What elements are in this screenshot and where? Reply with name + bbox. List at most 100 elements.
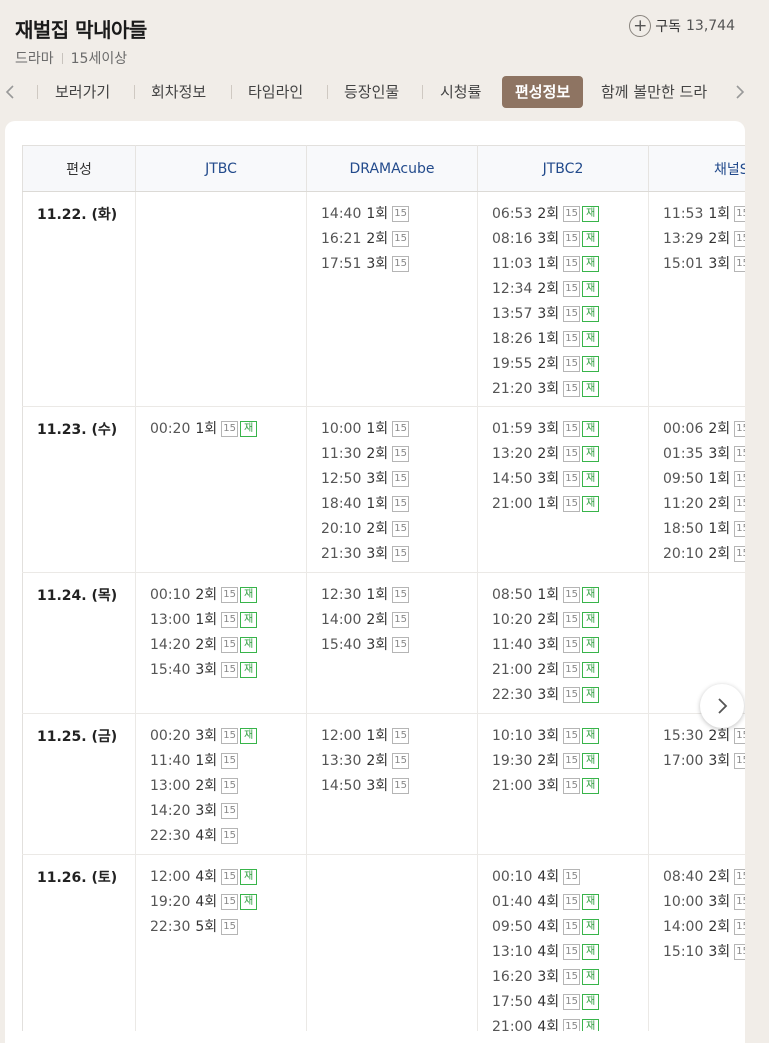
rerun-badge: 재 — [582, 637, 600, 653]
broadcast-item: 13:10 4회 15 재 — [492, 942, 648, 967]
tab-recommended[interactable]: 함께 볼만한 드라 — [601, 80, 722, 104]
date-cell: 11.22. (화) — [22, 191, 136, 407]
broadcast-time: 20:10 — [663, 546, 704, 562]
episode-number: 3회 — [366, 256, 389, 272]
broadcast-item: 21:30 3회 15 — [321, 544, 477, 569]
episode-number: 3회 — [366, 778, 389, 794]
schedule-cell — [306, 854, 478, 1031]
broadcast-item: 13:30 2회 15 — [321, 751, 477, 776]
broadcast-item: 13:00 1회 15 재 — [150, 610, 306, 635]
episode-number: 2회 — [708, 869, 731, 885]
rerun-badge: 재 — [582, 281, 600, 297]
age-rating-badge: 15 — [563, 994, 581, 1010]
tab-episodes[interactable]: 회차정보 — [151, 80, 206, 104]
age-rating-badge: 15 — [734, 421, 745, 437]
broadcast-time: 16:20 — [492, 969, 533, 985]
column-header-channel: JTBC2 — [477, 145, 649, 192]
broadcast-time: 01:59 — [492, 421, 533, 437]
tab-characters[interactable]: 등장인물 — [344, 80, 399, 104]
age-rating-badge: 15 — [221, 869, 239, 885]
age-rating-badge: 15 — [221, 753, 239, 769]
episode-number: 2회 — [366, 231, 389, 247]
episode-number: 1회 — [195, 612, 218, 628]
episode-number: 3회 — [366, 546, 389, 562]
broadcast-time: 11:40 — [150, 753, 191, 769]
age-rating-badge: 15 — [734, 894, 745, 910]
rerun-badge: 재 — [582, 587, 600, 603]
tab-divider — [422, 85, 423, 99]
episode-number: 1회 — [366, 496, 389, 512]
episode-number: 5회 — [195, 919, 218, 935]
meta-divider — [61, 52, 63, 64]
age-rating-badge: 15 — [734, 231, 745, 247]
broadcast-time: 15:01 — [663, 256, 704, 272]
episode-number: 2회 — [537, 206, 560, 222]
chevron-left-icon[interactable] — [0, 80, 20, 104]
episode-number: 2회 — [537, 356, 560, 372]
age-rating-badge: 15 — [563, 894, 581, 910]
broadcast-item: 08:16 3회 15 재 — [492, 229, 648, 254]
schedule-cell — [135, 191, 307, 407]
episode-number: 4회 — [195, 828, 218, 844]
broadcast-time: 00:20 — [150, 421, 191, 437]
broadcast-time: 10:20 — [492, 612, 533, 628]
broadcast-item: 09:501회15재 — [663, 469, 745, 494]
broadcast-item: 18:40 1회 15 — [321, 494, 477, 519]
table-row: 11.25. (금) 00:20 3회 15 재 11:40 1회 15 13:00 2회 15 14… — [22, 713, 745, 855]
age-rating-badge: 15 — [734, 521, 745, 537]
broadcast-time: 12:00 — [321, 728, 362, 744]
age-rating-badge: 15 — [392, 587, 410, 603]
broadcast-time: 18:40 — [321, 496, 362, 512]
episode-number: 3회 — [537, 969, 560, 985]
age-rating-badge: 15 — [563, 753, 581, 769]
broadcast-time: 10:10 — [492, 728, 533, 744]
rerun-badge: 재 — [240, 728, 258, 744]
broadcast-time: 21:30 — [321, 546, 362, 562]
broadcast-time: 14:00 — [321, 612, 362, 628]
broadcast-item: 09:50 4회 15 재 — [492, 917, 648, 942]
schedule-cell: 00:10 2회 15 재 13:00 1회 15 재 14:20 2회 15 재 15:40 3회 15 재 — [135, 572, 307, 714]
rerun-badge: 재 — [582, 919, 600, 935]
column-header-schedule: 편성 — [22, 145, 136, 192]
broadcast-item: 17:51 3회 15 — [321, 254, 477, 279]
episode-number: 2회 — [708, 919, 731, 935]
broadcast-item: 13:57 3회 15 재 — [492, 304, 648, 329]
broadcast-item: 14:002회15재 — [663, 917, 745, 942]
broadcast-time: 06:53 — [492, 206, 533, 222]
broadcast-item: 12:34 2회 15 재 — [492, 279, 648, 304]
tab-watch[interactable]: 보러가기 — [55, 80, 110, 104]
episode-number: 1회 — [366, 728, 389, 744]
broadcast-time: 19:55 — [492, 356, 533, 372]
scroll-right-button[interactable] — [700, 684, 744, 728]
episode-number: 3회 — [366, 637, 389, 653]
broadcast-time: 21:20 — [492, 381, 533, 397]
broadcast-item: 12:30 1회 15 — [321, 585, 477, 610]
broadcast-item: 13:292회15재 — [663, 229, 745, 254]
age-rating-badge: 15 — [734, 728, 745, 744]
broadcast-time: 21:00 — [492, 1019, 533, 1031]
age-rating-badge: 15 — [563, 496, 581, 512]
subscribe-button[interactable]: + 구독 13,744 — [629, 15, 735, 37]
tab-schedule[interactable]: 편성정보 — [502, 76, 584, 108]
chevron-right-icon[interactable] — [730, 80, 750, 104]
schedule-cell: 08:402회15재10:003회15재14:002회15재15:103회15재 — [648, 854, 745, 1031]
broadcast-item: 11:40 3회 15 재 — [492, 635, 648, 660]
table-row: 11.24. (목) 00:10 2회 15 재 13:00 1회 15 재 14:20 2회 15 재… — [22, 572, 745, 714]
schedule-cell: 00:20 1회 15 재 — [135, 406, 307, 573]
broadcast-time: 17:51 — [321, 256, 362, 272]
broadcast-time: 22:30 — [492, 687, 533, 703]
age-rating-badge: 15 — [563, 231, 581, 247]
tab-ratings[interactable]: 시청률 — [440, 80, 481, 104]
broadcast-item: 14:20 2회 15 재 — [150, 635, 306, 660]
broadcast-time: 12:34 — [492, 281, 533, 297]
tab-timeline[interactable]: 타임라인 — [248, 80, 303, 104]
broadcast-time: 14:50 — [492, 471, 533, 487]
age-rating-badge: 15 — [563, 728, 581, 744]
broadcast-item: 22:30 4회 15 — [150, 826, 306, 851]
broadcast-time: 22:30 — [150, 828, 191, 844]
episode-number: 4회 — [537, 869, 560, 885]
episode-number: 3회 — [537, 637, 560, 653]
broadcast-item: 08:402회15재 — [663, 867, 745, 892]
broadcast-time: 15:30 — [663, 728, 704, 744]
episode-number: 2회 — [537, 446, 560, 462]
